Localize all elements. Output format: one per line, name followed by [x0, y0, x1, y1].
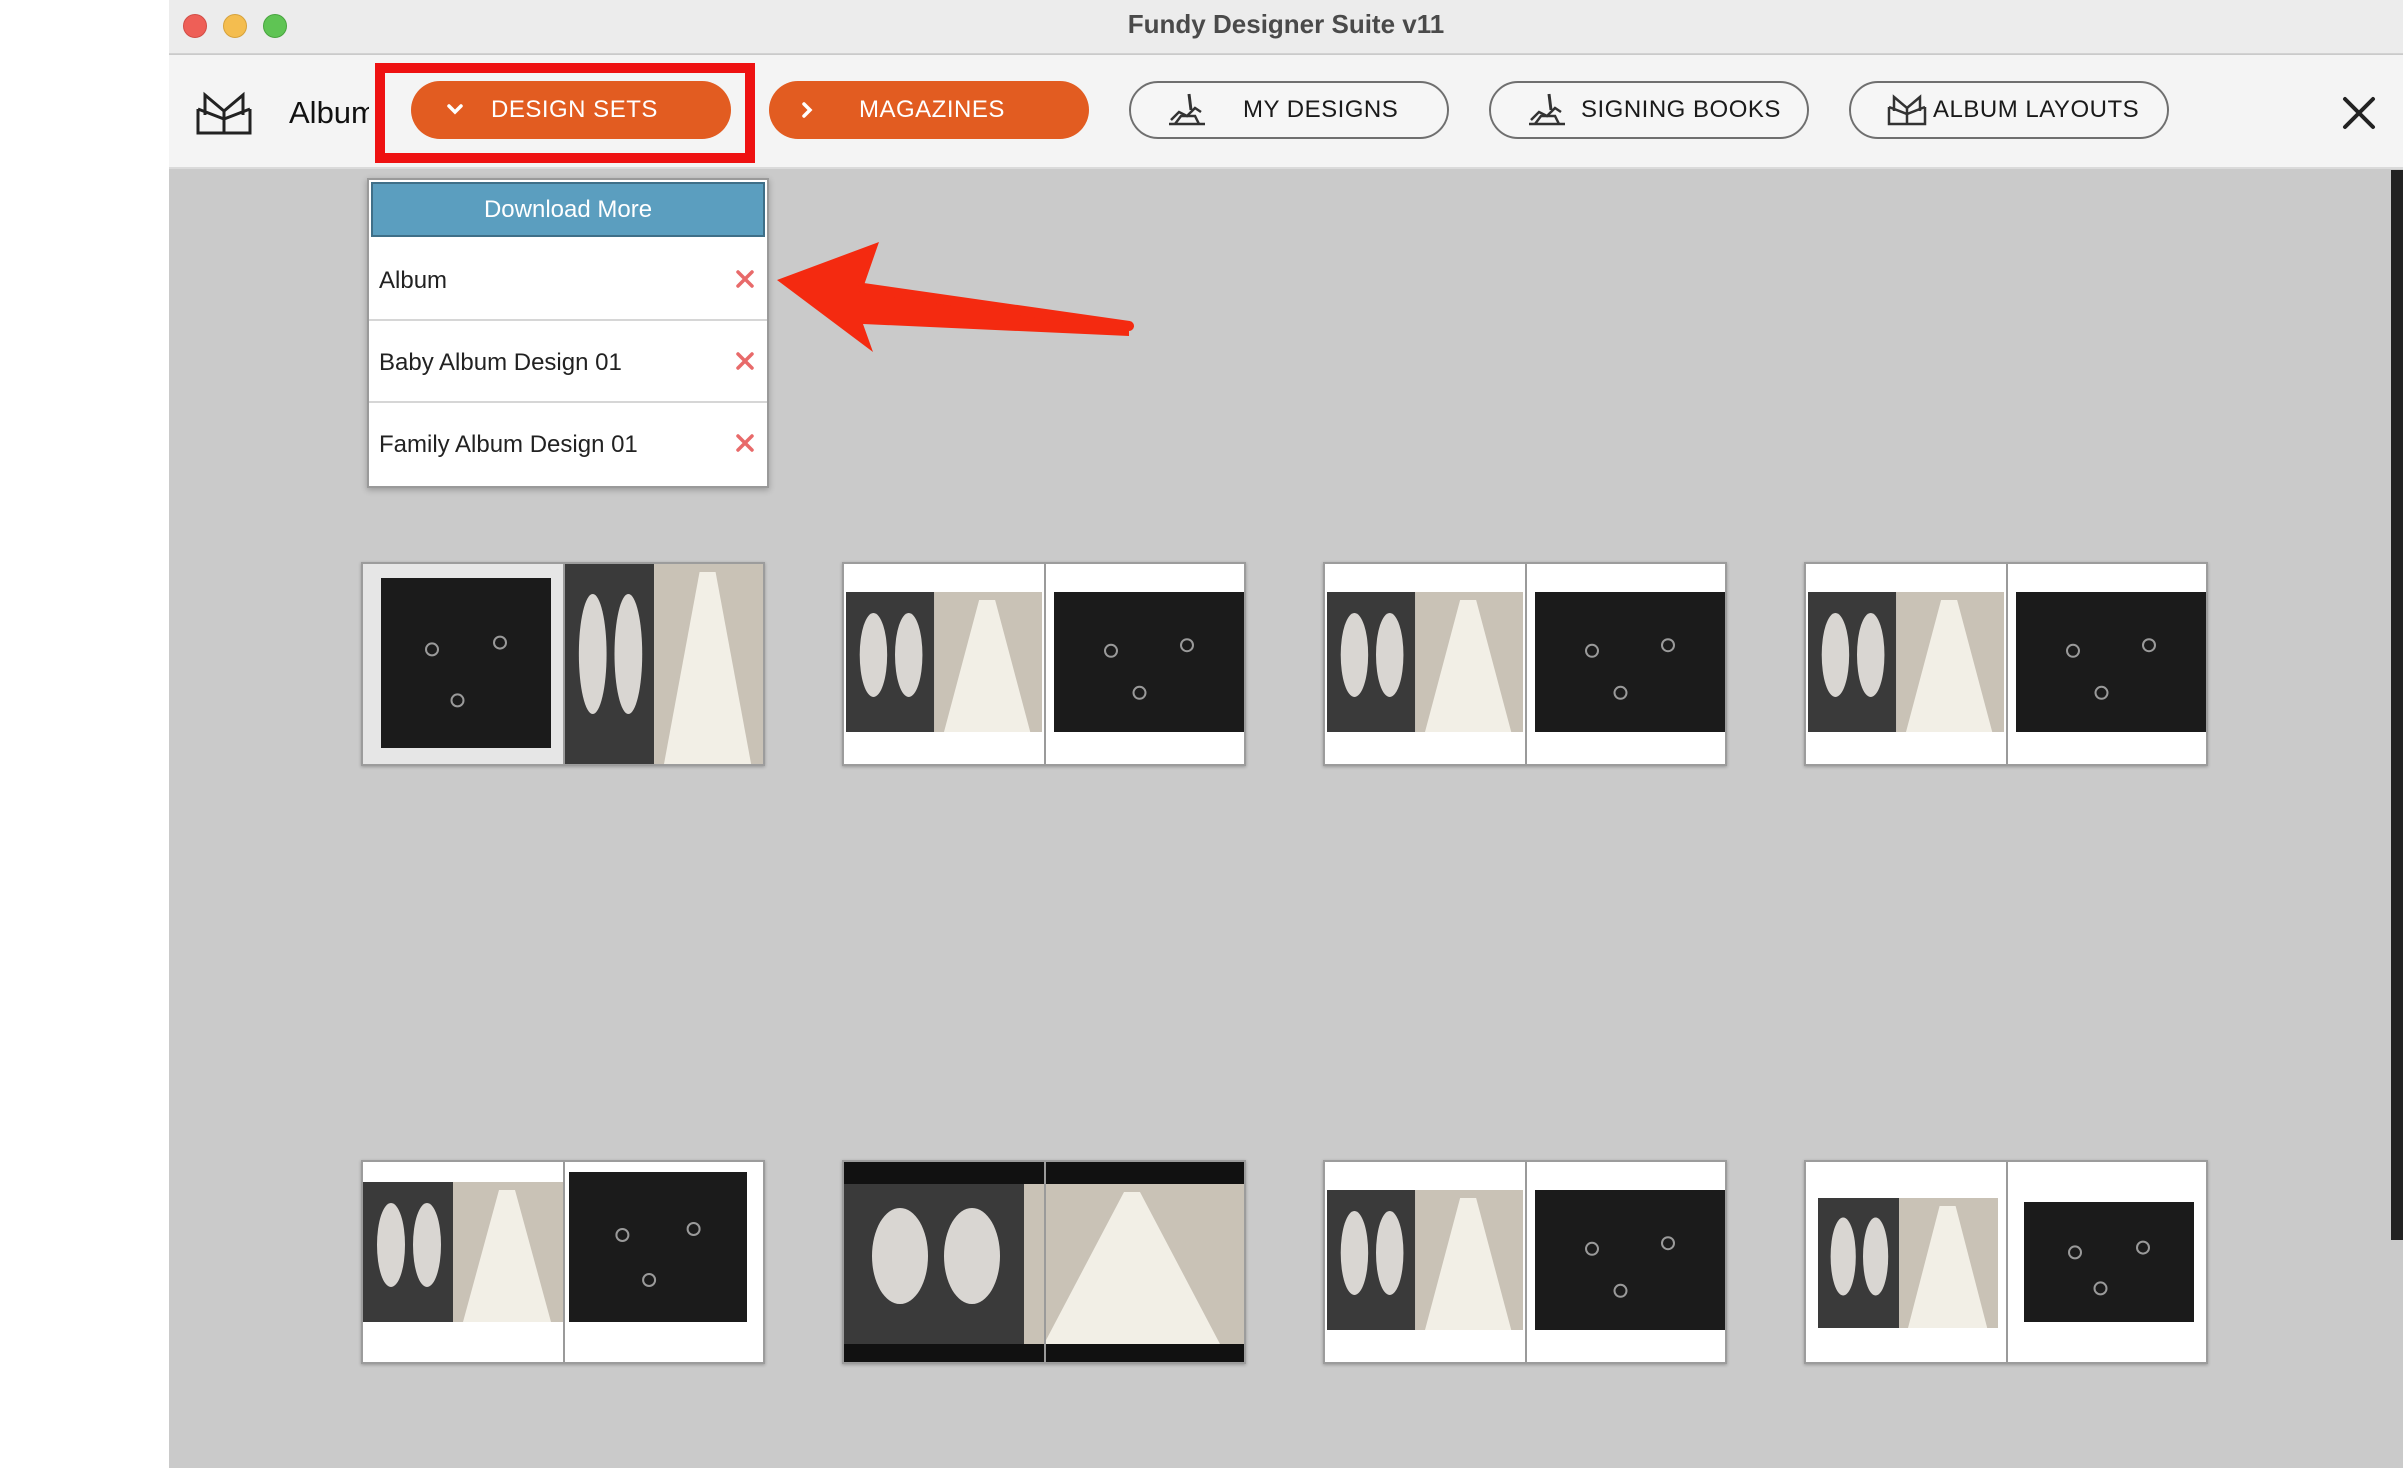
- my-designs-button[interactable]: MY DESIGNS: [1129, 81, 1449, 139]
- album-spread-thumbnail[interactable]: [1804, 1160, 2208, 1364]
- spread-fold-line: [2006, 1162, 2008, 1362]
- chevron-right-icon: [802, 102, 813, 118]
- spread-fold-line: [1525, 1162, 1527, 1362]
- magazines-button[interactable]: MAGAZINES: [769, 81, 1089, 139]
- signing-books-button[interactable]: SIGNING BOOKS: [1489, 81, 1809, 139]
- album-spread-thumbnail[interactable]: [1323, 1160, 1727, 1364]
- dropdown-item-album[interactable]: Album: [369, 239, 767, 321]
- close-icon[interactable]: [2339, 93, 2379, 133]
- remove-x-icon[interactable]: [735, 269, 755, 289]
- dropdown-item-family-album[interactable]: Family Album Design 01: [369, 403, 767, 485]
- toolbar: Album DESIGN SETS MAGAZINES MY DESIGNS S…: [169, 55, 2403, 169]
- spread-fold-line: [563, 564, 565, 764]
- remove-x-icon[interactable]: [735, 351, 755, 371]
- signing-books-label: SIGNING BOOKS: [1581, 96, 1781, 123]
- window-title: Fundy Designer Suite v11: [1127, 9, 1445, 39]
- highlight-annotation: [375, 63, 755, 163]
- spread-fold-line: [1044, 1162, 1046, 1362]
- annotation-arrow: [777, 242, 1134, 352]
- my-designs-label: MY DESIGNS: [1243, 96, 1399, 123]
- magazines-label: MAGAZINES: [859, 96, 1005, 123]
- album-spread-thumbnail[interactable]: [842, 562, 1246, 766]
- dropdown-item-label: Album: [379, 267, 448, 294]
- album-spread-thumbnail[interactable]: [1323, 562, 1727, 766]
- album-spread-thumbnail[interactable]: [361, 1160, 765, 1364]
- album-spread-thumbnail[interactable]: [361, 562, 765, 766]
- album-spread-thumbnail[interactable]: [1804, 562, 2208, 766]
- album-layouts-button[interactable]: ALBUM LAYOUTS: [1849, 81, 2169, 139]
- spread-fold-line: [2006, 564, 2008, 764]
- download-more-button[interactable]: Download More: [371, 182, 765, 237]
- title-bar: Fundy Designer Suite v11: [169, 0, 2403, 54]
- open-book-icon: [1887, 94, 1927, 126]
- dropdown-item-label: Family Album Design 01: [379, 431, 638, 458]
- hand-pen-icon: [1169, 93, 1205, 126]
- album-title: Album: [289, 95, 369, 130]
- screen: Fundy Designer Suite v11 Album DESIGN SE…: [0, 0, 2403, 1468]
- dropdown-item-label: Baby Album Design 01: [379, 349, 622, 376]
- open-book-icon: [196, 91, 252, 135]
- spread-fold-line: [563, 1162, 565, 1362]
- dropdown-item-baby-album[interactable]: Baby Album Design 01: [369, 321, 767, 403]
- hand-pen-icon: [1529, 93, 1565, 126]
- scrollbar[interactable]: [2391, 170, 2403, 1240]
- app-window: Fundy Designer Suite v11 Album DESIGN SE…: [169, 0, 2403, 1468]
- design-sets-dropdown: Download More Album Baby Album Design 01…: [367, 178, 769, 488]
- album-layouts-label: ALBUM LAYOUTS: [1933, 96, 2140, 123]
- remove-x-icon[interactable]: [735, 433, 755, 453]
- album-spread-thumbnail[interactable]: [842, 1160, 1246, 1364]
- spread-fold-line: [1525, 564, 1527, 764]
- spread-fold-line: [1044, 564, 1046, 764]
